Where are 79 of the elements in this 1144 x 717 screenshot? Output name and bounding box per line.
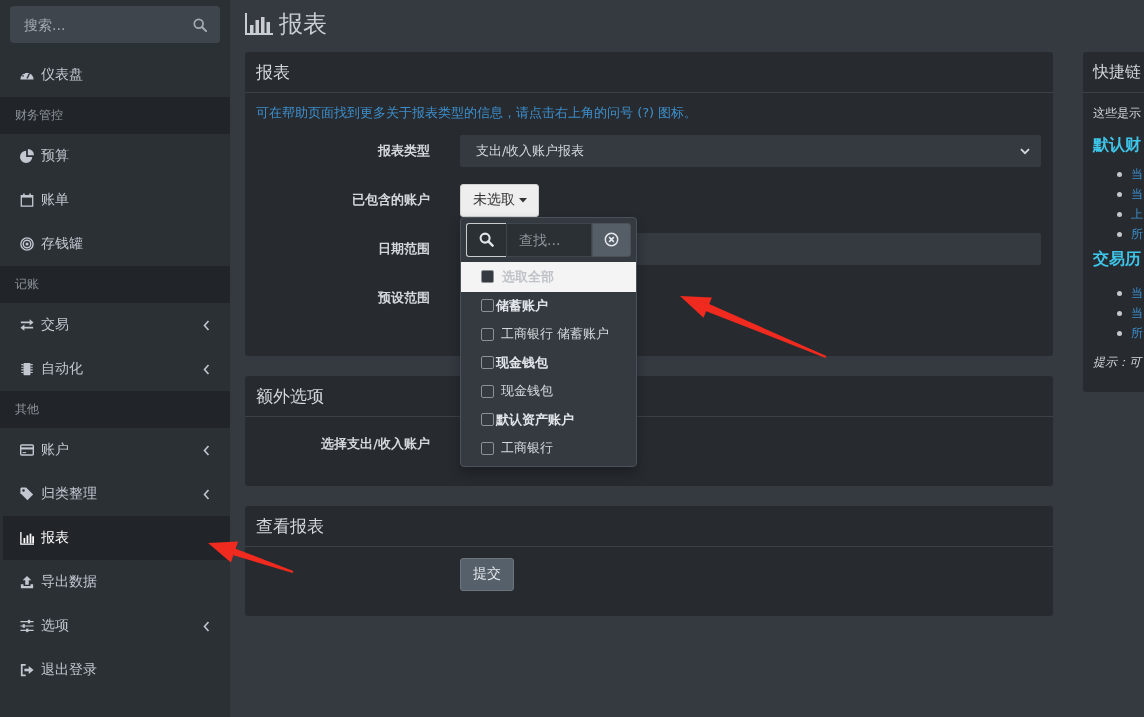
account-option[interactable]: 现金钱包 — [461, 376, 636, 406]
bullet-icon — [1117, 290, 1122, 296]
caret-icon — [519, 197, 527, 203]
field-label: 预设范围 — [378, 289, 430, 307]
sidebar-item[interactable]: 选项 — [0, 604, 230, 648]
sidebar-item[interactable]: 账单 — [0, 178, 230, 222]
card-title: 查看报表 — [245, 506, 1053, 547]
bullet-icon — [1117, 310, 1122, 316]
card-title: 快捷链 — [1083, 52, 1144, 93]
bullet-icon — [1117, 171, 1122, 177]
field-label: 日期范围 — [378, 240, 430, 258]
account-group-option[interactable]: 默认资产账户 — [461, 405, 636, 434]
checkbox[interactable] — [481, 356, 494, 369]
sidebar-item[interactable]: 归类整理 — [0, 472, 230, 516]
card-title: 报表 — [245, 52, 1053, 93]
sidebar-section-header: 记账 — [0, 266, 230, 303]
intro-text: 这些是示 — [1093, 105, 1142, 122]
sidebar-item[interactable]: 导出数据 — [0, 560, 230, 604]
account-option[interactable]: 工商银行 — [461, 433, 636, 463]
sidebar-item[interactable]: 交易 — [0, 303, 230, 347]
quick-link[interactable]: 当 — [1131, 185, 1143, 203]
sidebar-item[interactable]: 退出登录 — [0, 648, 230, 692]
sidebar-section-header: 财务管控 — [0, 97, 230, 134]
clear-icon — [604, 232, 619, 247]
sidebar-item[interactable]: 自动化 — [0, 347, 230, 391]
sidebar-item[interactable]: 报表 — [3, 516, 230, 560]
dropdown-button[interactable]: 未选取 — [460, 183, 539, 217]
tag-icon — [20, 487, 34, 501]
submit-button[interactable]: 提交 — [460, 557, 514, 591]
checkbox[interactable] — [481, 270, 494, 283]
checkbox[interactable] — [481, 299, 494, 312]
search-icon — [479, 232, 494, 247]
sidebar-section-header: 其他 — [0, 391, 230, 428]
bar-chart-icon — [20, 531, 34, 545]
pie-chart-icon — [20, 149, 34, 163]
quick-link[interactable]: 当 — [1131, 284, 1143, 302]
quick-link[interactable]: 上 — [1131, 205, 1143, 223]
checkbox[interactable] — [481, 384, 494, 398]
checkbox[interactable] — [481, 327, 494, 341]
bullet-icon — [1117, 330, 1122, 336]
sign-out-icon — [20, 663, 34, 677]
filter-field[interactable]: 查找... — [506, 222, 592, 257]
chip-icon — [20, 362, 34, 376]
account-option[interactable]: 工商银行 储蓄账户 — [461, 319, 636, 349]
sidebar-item[interactable]: 账户 — [0, 428, 230, 472]
checkbox[interactable] — [481, 441, 494, 455]
page-title: 报表 — [279, 9, 327, 39]
bar-chart-icon — [245, 13, 273, 35]
clear-button[interactable] — [592, 222, 631, 257]
checkbox[interactable] — [481, 413, 494, 426]
quick-link[interactable]: 所 — [1131, 324, 1143, 342]
quick-link[interactable]: 当 — [1131, 304, 1143, 322]
sidebar-item[interactable]: 仪表盘 — [0, 53, 230, 97]
sliders-icon — [20, 619, 34, 633]
account-group-option[interactable]: 储蓄账户 — [461, 291, 636, 320]
bullet-icon — [1117, 231, 1122, 237]
credit-card-icon — [20, 443, 34, 457]
field-label: 已包含的账户 — [352, 191, 430, 209]
tip-text: 提示：可 — [1093, 354, 1144, 371]
section-heading: 交易历 — [1093, 248, 1142, 270]
quick-link[interactable]: 所 — [1131, 225, 1143, 243]
field-label: 报表类型 — [378, 142, 430, 160]
search-icon — [193, 18, 207, 32]
target-icon — [20, 237, 34, 251]
sidebar-item[interactable]: 存钱罐 — [0, 222, 230, 266]
field-label: 选择支出/收入账户 — [321, 435, 430, 453]
upload-icon — [20, 575, 34, 589]
sidebar-item[interactable]: 预算 — [0, 134, 230, 178]
two-arrows-icon — [20, 318, 34, 332]
search-field[interactable]: 搜索... — [10, 6, 220, 43]
chevron-down-icon — [1020, 147, 1030, 155]
bullet-icon — [1117, 211, 1122, 217]
bullet-icon — [1117, 191, 1122, 197]
calendar-icon — [20, 193, 34, 207]
section-heading: 默认财 — [1093, 134, 1142, 156]
quick-link[interactable]: 当 — [1131, 165, 1143, 183]
select-field[interactable]: 支出/收入账户报表 — [460, 135, 1041, 167]
help-text: 可在帮助页面找到更多关于报表类型的信息，请点击右上角的问号 (?) 图标。 — [256, 104, 699, 122]
account-group-option[interactable]: 现金钱包 — [461, 348, 636, 377]
